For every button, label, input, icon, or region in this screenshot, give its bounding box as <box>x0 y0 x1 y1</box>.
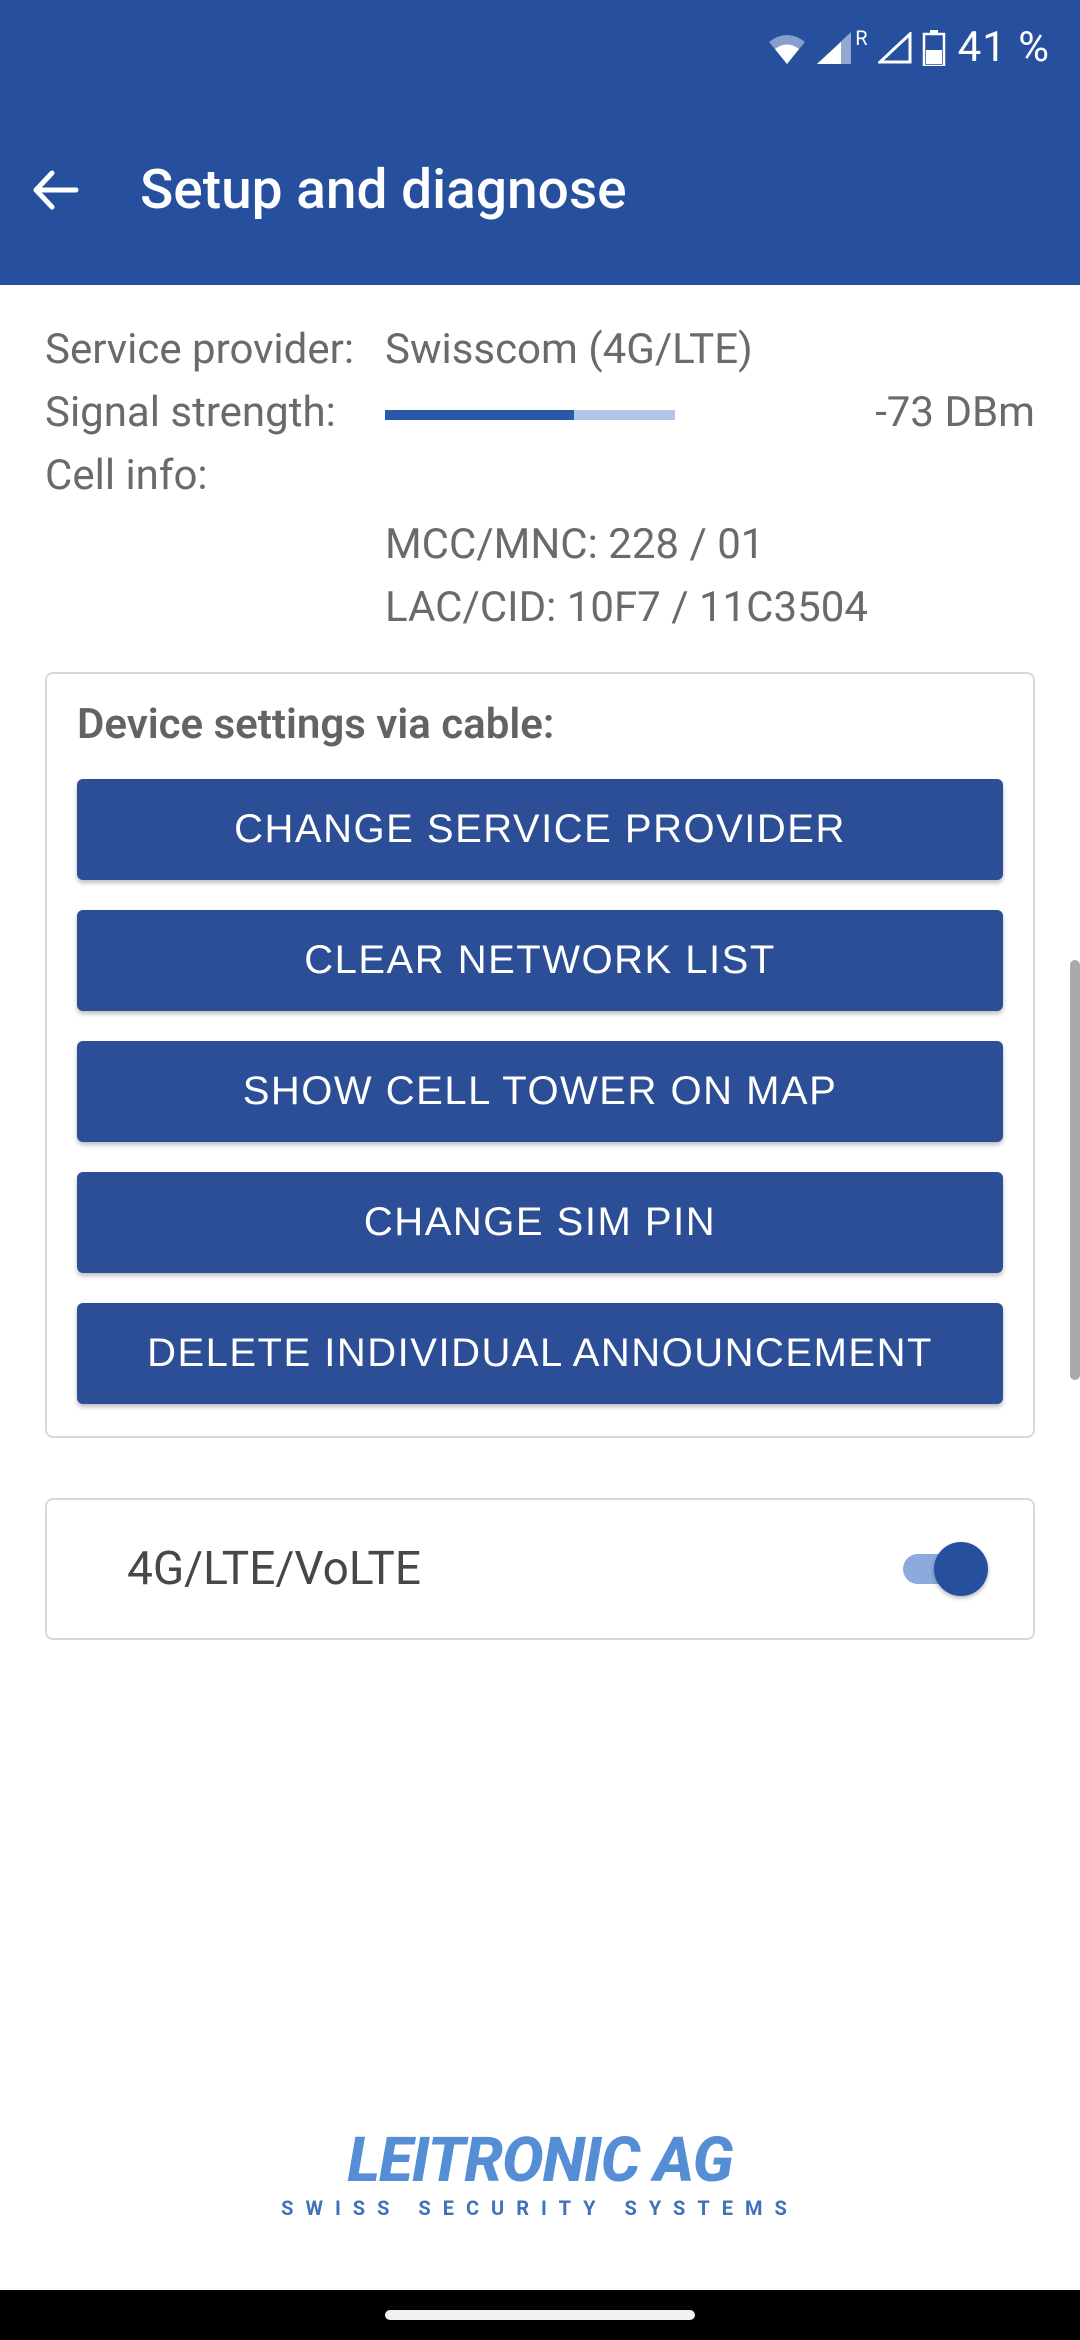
change-sim-pin-button[interactable]: CHANGE SIM PIN <box>77 1172 1003 1273</box>
scrollbar-thumb[interactable] <box>1070 960 1080 1380</box>
device-settings-title: Device settings via cable: <box>77 700 1003 749</box>
device-settings-card: Device settings via cable: CHANGE SERVIC… <box>45 672 1035 1438</box>
wifi-icon <box>767 32 807 64</box>
delete-announcement-button[interactable]: DELETE INDIVIDUAL ANNOUNCEMENT <box>77 1303 1003 1404</box>
lte-toggle-label: 4G/LTE/VoLTE <box>127 1542 421 1596</box>
page-title: Setup and diagnose <box>140 158 627 222</box>
lte-toggle-switch[interactable] <box>903 1540 988 1598</box>
footer-logo: LEITRONIC AG SWISS SECURITY SYSTEMS <box>45 2130 1035 2290</box>
lte-toggle-card: 4G/LTE/VoLTE <box>45 1498 1035 1640</box>
signal-value: -73 DBm <box>875 388 1035 437</box>
show-cell-tower-button[interactable]: SHOW CELL TOWER ON MAP <box>77 1041 1003 1142</box>
back-button[interactable] <box>30 165 80 215</box>
status-icons: R <box>767 30 945 66</box>
info-section: Service provider: Swisscom (4G/LTE) Sign… <box>45 325 1035 632</box>
cell-info-mcc-mnc: MCC/MNC: 228 / 01 <box>385 520 1035 569</box>
status-bar: R 41 % <box>0 0 1080 95</box>
cell-info-label: Cell info: <box>45 451 375 500</box>
brand-tagline: SWISS SECURITY SYSTEMS <box>281 2196 799 2220</box>
clear-network-list-button[interactable]: CLEAR NETWORK LIST <box>77 910 1003 1011</box>
cell-info-values: MCC/MNC: 228 / 01 LAC/CID: 10F7 / 11C350… <box>385 520 1035 632</box>
cell-info-lac-cid: LAC/CID: 10F7 / 11C3504 <box>385 583 1035 632</box>
signal-icon-2 <box>878 32 912 64</box>
content-area: Service provider: Swisscom (4G/LTE) Sign… <box>0 285 1080 2290</box>
brand-name: LEITRONIC AG <box>347 2130 732 2192</box>
signal-strength-bar <box>385 410 675 420</box>
battery-percentage: 41 % <box>958 23 1050 72</box>
app-bar: Setup and diagnose <box>0 95 1080 285</box>
change-service-provider-button[interactable]: CHANGE SERVICE PROVIDER <box>77 779 1003 880</box>
navigation-bar <box>0 2290 1080 2340</box>
signal-row: -73 DBm <box>385 388 1035 437</box>
signal-icon-1 <box>817 32 851 64</box>
provider-label: Service provider: <box>45 325 375 374</box>
roaming-indicator: R <box>855 26 867 50</box>
signal-label: Signal strength: <box>45 388 375 437</box>
nav-handle[interactable] <box>385 2310 695 2320</box>
switch-thumb <box>934 1542 988 1596</box>
provider-value: Swisscom (4G/LTE) <box>385 325 1035 374</box>
arrow-left-icon <box>30 165 80 215</box>
battery-icon <box>922 30 946 66</box>
signal-strength-fill <box>385 410 574 420</box>
